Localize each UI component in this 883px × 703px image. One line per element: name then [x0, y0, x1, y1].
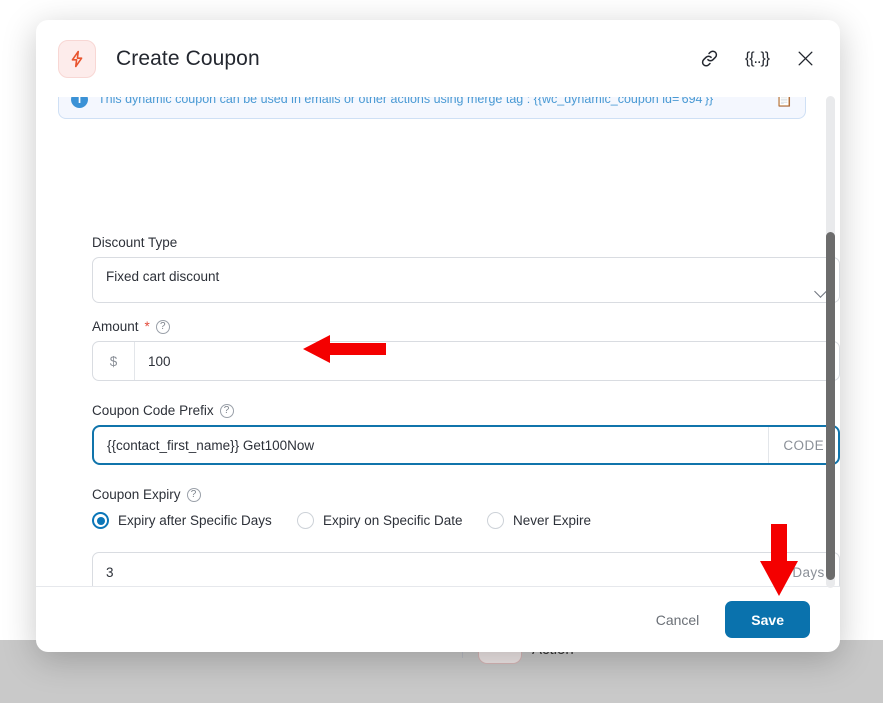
amount-label-text: Amount: [92, 319, 139, 334]
coupon-code-prefix-input[interactable]: {{contact_first_name}} Get100Now: [94, 427, 768, 463]
discount-type-value: Fixed cart discount: [106, 269, 220, 284]
radio-expiry-on-date[interactable]: Expiry on Specific Date: [297, 512, 487, 529]
coupon-code-prefix-input-group[interactable]: {{contact_first_name}} Get100Now CODE: [92, 425, 840, 465]
amount-label: Amount * ?: [92, 319, 840, 334]
dynamic-coupon-info-banner: i This dynamic coupon can be used in ema…: [58, 97, 806, 119]
copy-icon[interactable]: 📋: [776, 97, 793, 108]
modal-body: i This dynamic coupon can be used in ema…: [36, 97, 840, 586]
field-expiry-days: 3 Days: [92, 552, 840, 586]
field-discount-type: Discount Type Fixed cart discount: [92, 235, 840, 303]
help-icon[interactable]: ?: [155, 319, 170, 334]
chevron-down-icon: [814, 285, 827, 298]
lightning-bolt-icon: [58, 39, 96, 78]
currency-prefix: $: [93, 342, 135, 380]
radio-label: Never Expire: [513, 513, 592, 528]
modal-header: Create Coupon {{..}}: [36, 20, 840, 97]
radio-indicator: [297, 512, 314, 529]
radio-never-expire[interactable]: Never Expire: [487, 512, 591, 529]
create-coupon-modal: Create Coupon {{..}} i This dynamic coup…: [36, 20, 840, 652]
coupon-code-prefix-label: Coupon Code Prefix ?: [92, 403, 840, 418]
expiry-days-input-group[interactable]: 3 Days: [92, 552, 840, 586]
coupon-expiry-radio-group: Expiry after Specific Days Expiry on Spe…: [92, 512, 591, 529]
amount-input[interactable]: 100: [135, 342, 839, 380]
info-banner-text: This dynamic coupon can be used in email…: [98, 97, 714, 106]
discount-type-select[interactable]: Fixed cart discount: [92, 257, 840, 303]
merge-tag-icon[interactable]: {{..}}: [744, 46, 770, 72]
modal-header-actions: {{..}}: [696, 46, 818, 72]
coupon-code-prefix-label-text: Coupon Code Prefix: [92, 403, 214, 418]
radio-indicator: [92, 512, 109, 529]
radio-indicator: [487, 512, 504, 529]
radio-label: Expiry on Specific Date: [323, 513, 463, 528]
coupon-expiry-label: Coupon Expiry ?: [92, 487, 591, 502]
page-title: Create Coupon: [116, 46, 260, 70]
coupon-expiry-label-text: Coupon Expiry: [92, 487, 181, 502]
close-icon[interactable]: [792, 46, 818, 72]
help-icon[interactable]: ?: [219, 403, 234, 418]
modal-footer: Cancel Save: [36, 586, 840, 652]
link-icon[interactable]: [696, 46, 722, 72]
discount-type-label: Discount Type: [92, 235, 840, 250]
radio-label: Expiry after Specific Days: [118, 513, 272, 528]
modal-scrollbar-thumb[interactable]: [826, 232, 835, 580]
field-coupon-code-prefix: Coupon Code Prefix ? {{contact_first_nam…: [92, 403, 840, 465]
info-icon: i: [71, 97, 88, 108]
expiry-days-input[interactable]: 3: [93, 553, 777, 586]
required-marker: *: [144, 319, 150, 334]
merge-tag-glyph: {{..}}: [744, 49, 770, 67]
field-coupon-expiry: Coupon Expiry ? Expiry after Specific Da…: [92, 487, 591, 529]
radio-expiry-after-days[interactable]: Expiry after Specific Days: [92, 512, 297, 529]
cancel-button[interactable]: Cancel: [646, 604, 710, 636]
amount-input-group[interactable]: $ 100: [92, 341, 840, 381]
save-button[interactable]: Save: [725, 601, 810, 638]
discount-type-label-text: Discount Type: [92, 235, 178, 250]
help-icon[interactable]: ?: [186, 487, 201, 502]
field-amount: Amount * ? $ 100: [92, 319, 840, 381]
